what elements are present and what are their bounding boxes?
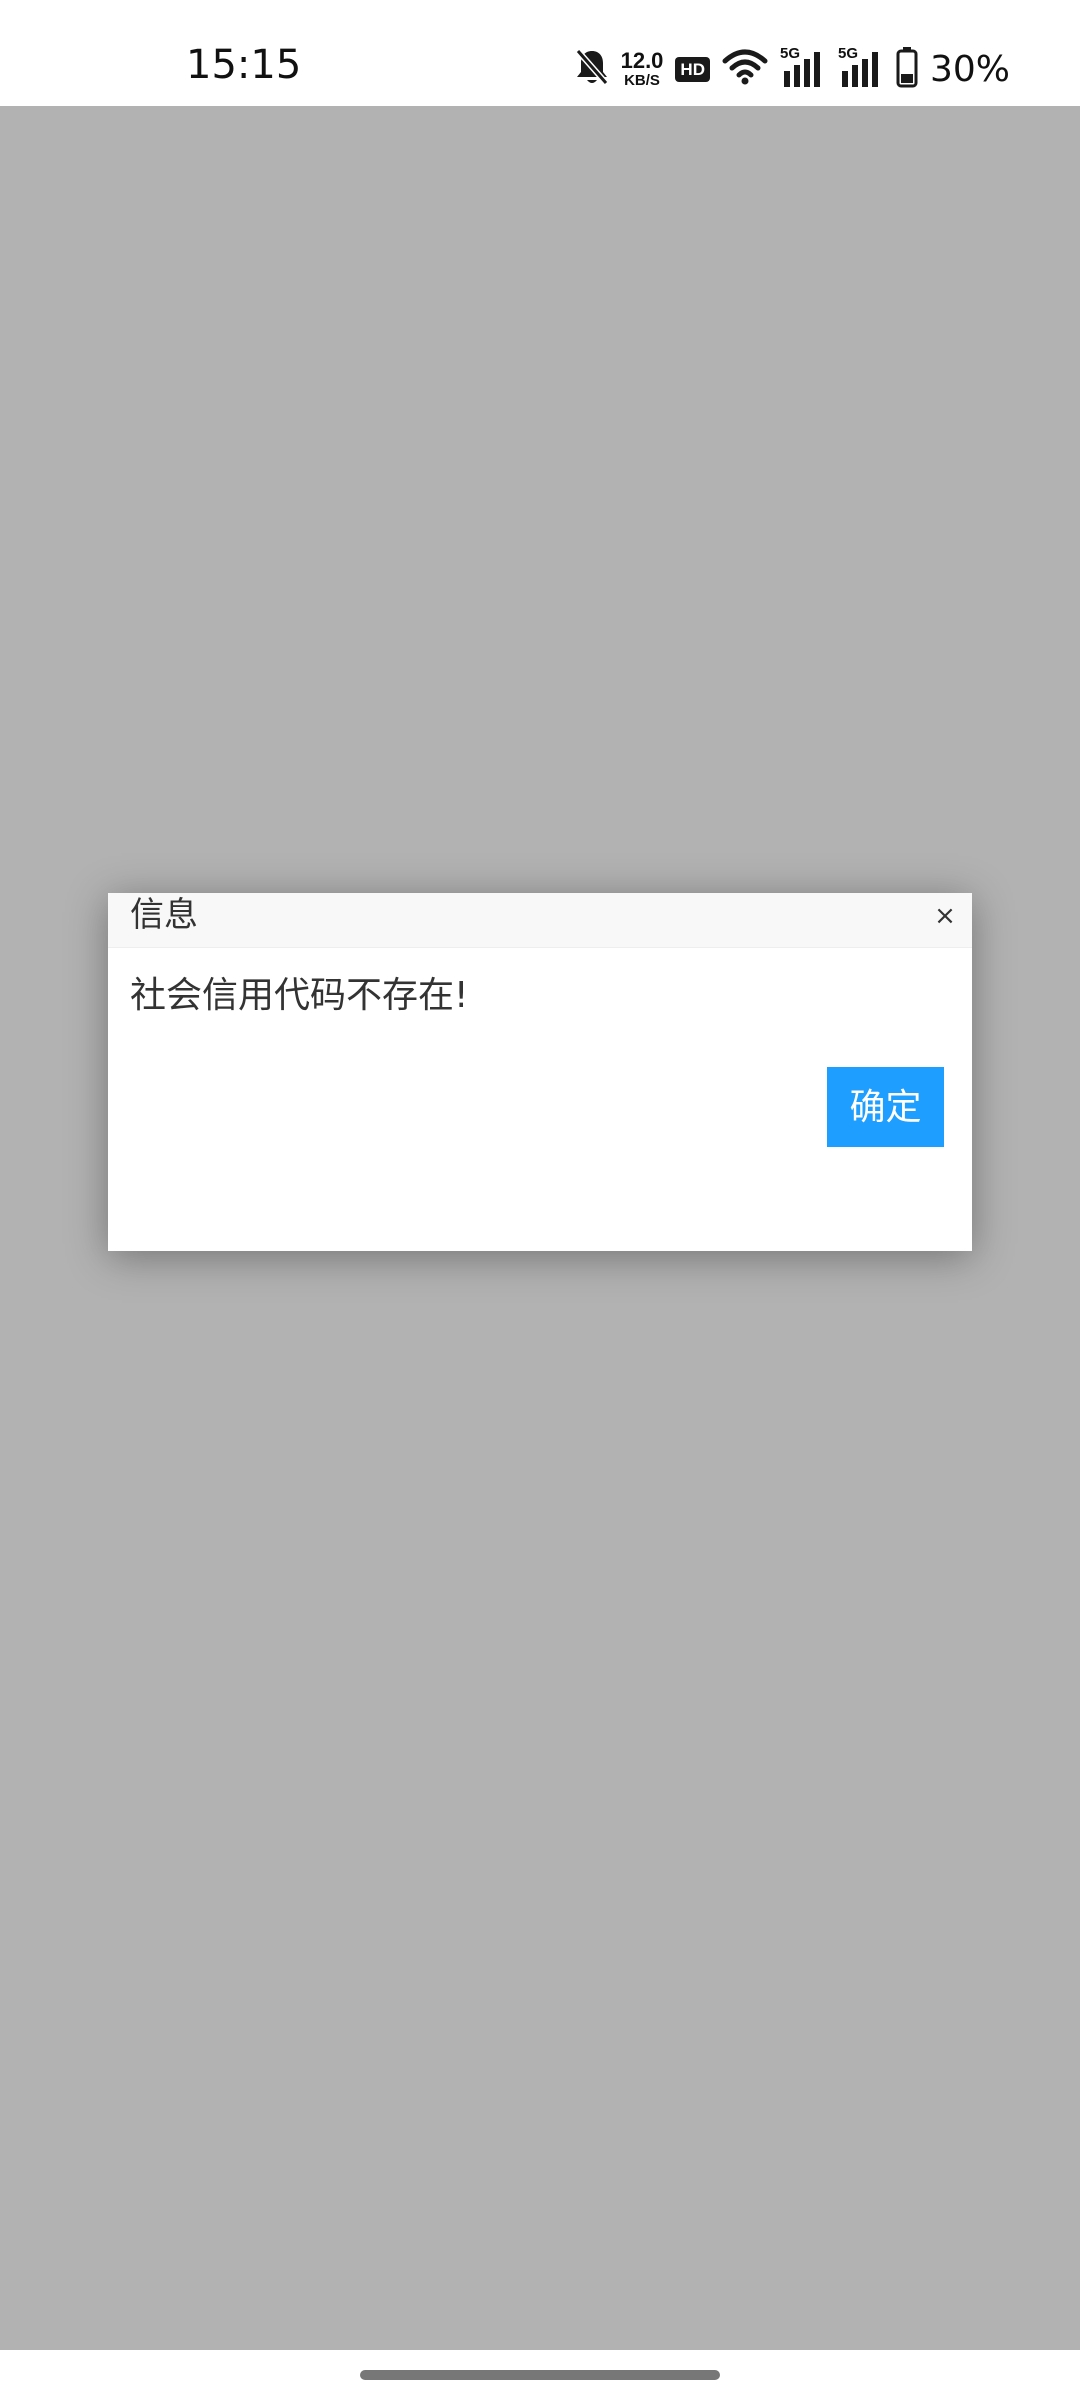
navigation-bar	[0, 2350, 1080, 2400]
net-speed-unit: KB/S	[624, 72, 660, 89]
net-speed: 12.0 KB/S	[620, 48, 664, 89]
home-indicator[interactable]	[360, 2370, 720, 2380]
dialog-title: 信息	[130, 895, 198, 935]
net-speed-value: 12.0	[620, 48, 664, 73]
status-icons: 12.0 KB/S HD 5G 5G 30%	[575, 45, 1010, 92]
status-bar: 15:15 12.0 KB/S HD 5G 5G 30%	[0, 0, 1080, 106]
hd-badge: HD	[675, 56, 710, 82]
info-dialog: 信息 × 社会信用代码不存在! 确定	[108, 893, 972, 1251]
bell-muted-icon	[575, 48, 609, 90]
ok-button[interactable]: 确定	[827, 1067, 944, 1147]
dialog-message: 社会信用代码不存在!	[130, 975, 469, 1016]
status-time: 15:15	[186, 42, 302, 88]
close-icon[interactable]: ×	[932, 903, 958, 929]
signal-icon-2: 5G	[838, 45, 884, 89]
dialog-header: 信息 ×	[108, 893, 972, 948]
battery-icon	[896, 46, 918, 92]
battery-percent: 30%	[929, 48, 1010, 90]
screen: 15:15 12.0 KB/S HD 5G 5G 30% 信息 × 社会信用代码…	[0, 0, 1080, 2400]
wifi-icon	[722, 49, 768, 89]
signal-icon: 5G	[780, 45, 826, 89]
